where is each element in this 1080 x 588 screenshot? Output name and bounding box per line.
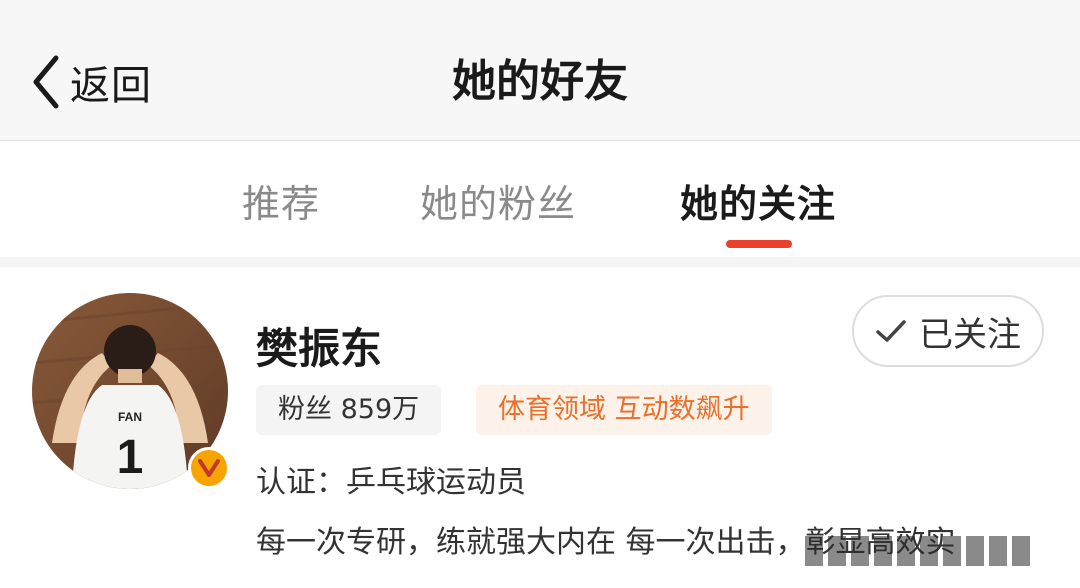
section-divider xyxy=(0,257,1080,267)
tab-recommended[interactable]: 推荐 xyxy=(242,177,320,231)
page-title: 她的好友 xyxy=(452,56,628,107)
top-bar: 返回 她的好友 xyxy=(0,0,1080,141)
trending-badge: 体育领域 互动数飙升 xyxy=(476,385,772,435)
tab-her-fans[interactable]: 她的粉丝 xyxy=(420,177,576,231)
watermark xyxy=(805,536,1035,566)
jersey-number: 1 xyxy=(117,431,144,484)
tab-her-following[interactable]: 她的关注 xyxy=(680,177,836,231)
jersey-name: FAN xyxy=(118,410,142,424)
check-icon xyxy=(876,320,906,342)
active-tab-indicator xyxy=(726,240,792,248)
verified-v-icon xyxy=(188,447,230,489)
tab-bar: 推荐 她的粉丝 她的关注 xyxy=(0,141,1080,257)
following-label: 已关注 xyxy=(919,314,1021,355)
fans-count-badge: 粉丝 859万 xyxy=(256,385,442,435)
user-name[interactable]: 樊振东 xyxy=(256,315,382,376)
verification-text: 认证：乒乓球运动员 xyxy=(256,465,526,500)
following-button[interactable]: 已关注 xyxy=(852,295,1044,367)
